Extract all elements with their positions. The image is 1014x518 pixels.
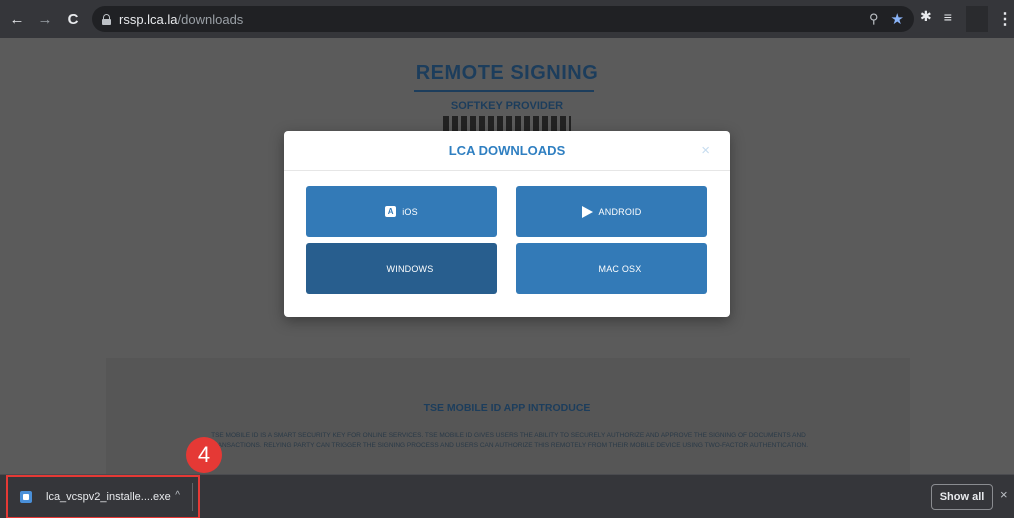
intro-text: TSE MOBILE ID IS A SMART SECURITY KEY FO… [208,432,809,449]
modal-title: LCA DOWNLOADS [448,143,566,158]
macosx-download-button[interactable]: MAC OSX [516,243,707,294]
app-store-icon: A [385,206,397,217]
menu-icon[interactable]: ⋮ [997,9,1013,29]
downloads-modal: LCA DOWNLOADS × A iOS ANDROID WINDOWS MA… [284,131,730,317]
macosx-label: MAC OSX [598,263,642,274]
page-subtitle: SOFTKEY PROVIDER [450,100,564,112]
chevron-up-icon[interactable]: ^ [175,490,180,501]
modal-header: LCA DOWNLOADS × [284,131,730,171]
reload-icon[interactable]: C [62,8,84,30]
forward-icon[interactable]: → [34,8,56,30]
downloaded-file-name: lca_vcspv2_installe....exe [46,491,171,503]
windows-icon [370,263,381,274]
windows-download-button[interactable]: WINDOWS [306,243,497,294]
download-shelf: lca_vcspv2_installe....exe ^ [0,474,1014,518]
close-icon[interactable]: × [1000,487,1008,502]
title-divider [414,90,594,92]
url-host: rssp.lca.la [119,11,178,27]
url-path: /downloads [177,11,244,27]
extensions-icon[interactable]: ✱ [920,8,932,25]
windows-icon [582,263,593,274]
ios-download-button[interactable]: A iOS [306,186,497,237]
intro-section [106,358,910,474]
zoom-icon[interactable]: ⚲ [869,11,879,27]
page-title: REMOTE SIGNING [415,62,599,84]
show-all-button[interactable]: Show all [931,484,993,510]
close-icon[interactable]: × [701,142,710,159]
downloaded-file-item[interactable]: lca_vcspv2_installe....exe ^ [6,475,200,518]
android-label: ANDROID [598,206,642,217]
browser-toolbar: ← → C rssp.lca.la/downloads ⚲ ★ ✱ ≡ ⋮ [0,0,1014,38]
bookmark-star-icon[interactable]: ★ [891,10,904,28]
ios-label: iOS [402,206,418,217]
lock-icon[interactable] [102,13,111,25]
play-store-icon [581,205,593,218]
profile-avatar[interactable] [966,6,988,32]
address-bar[interactable]: rssp.lca.la/downloads ⚲ ★ [92,6,914,32]
url-text: rssp.lca.la/downloads [119,12,243,27]
step-number-badge: 4 [186,437,222,473]
installer-file-icon [20,491,32,503]
reading-list-icon[interactable]: ≡ [944,9,952,25]
shelf-divider [192,483,193,511]
intro-title: TSE MOBILE ID APP INTRODUCE [423,402,591,414]
windows-label: WINDOWS [386,263,434,274]
android-download-button[interactable]: ANDROID [516,186,707,237]
qr-code-image [443,116,571,132]
back-icon[interactable]: ← [6,8,28,30]
